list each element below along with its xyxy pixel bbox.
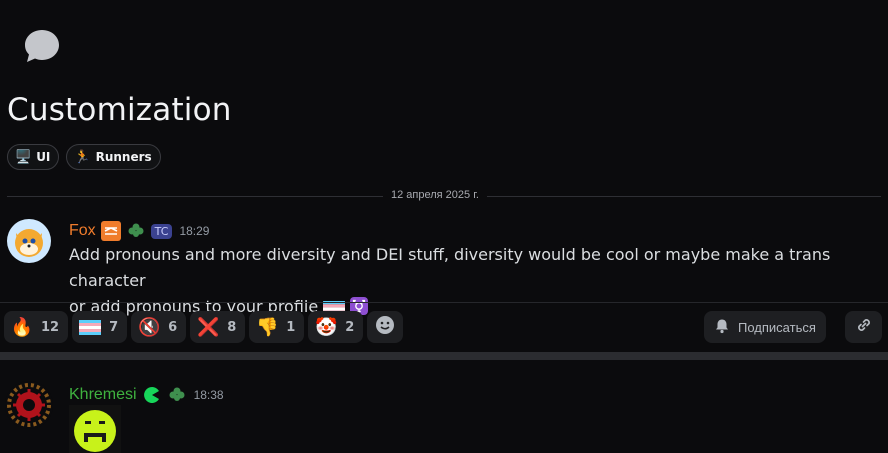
runner-icon: 🏃 bbox=[74, 149, 91, 165]
thumbs-down-icon: 👎 bbox=[256, 316, 279, 338]
reaction-count: 6 bbox=[168, 319, 178, 335]
role-badge-icon bbox=[100, 221, 121, 241]
reaction-trans-flag[interactable]: 7 bbox=[72, 311, 128, 343]
thread-title: Customization bbox=[7, 92, 232, 128]
tc-tag[interactable]: TC bbox=[150, 223, 173, 239]
add-reaction-button[interactable] bbox=[367, 311, 404, 343]
reaction-thumbs-down[interactable]: 👎 1 bbox=[249, 311, 305, 343]
thread-chat-icon bbox=[22, 27, 62, 67]
message-content: Add pronouns and more diversity and DEI … bbox=[69, 242, 869, 320]
reaction-cross[interactable]: ❌ 8 bbox=[190, 311, 246, 343]
follow-label: Подписаться bbox=[738, 319, 816, 335]
tag-ui[interactable]: 🖥️ UI bbox=[7, 144, 60, 170]
follow-button[interactable]: Подписаться bbox=[704, 311, 826, 343]
fire-icon: 🔥 bbox=[10, 316, 34, 338]
sticker-image[interactable] bbox=[69, 405, 121, 453]
author-name[interactable]: Fox bbox=[69, 222, 96, 240]
message-header: Khremesi 18:38 bbox=[69, 385, 224, 405]
avatar[interactable] bbox=[5, 381, 53, 429]
clover-icon bbox=[167, 385, 187, 405]
section-separator bbox=[0, 352, 888, 360]
tag-runners[interactable]: 🏃 Runners bbox=[66, 144, 161, 170]
message-header: Fox TC 18:29 bbox=[69, 221, 209, 241]
reaction-count: 8 bbox=[227, 319, 237, 335]
reaction-count: 12 bbox=[41, 319, 60, 335]
tag-label: Runners bbox=[95, 150, 152, 164]
bell-icon bbox=[714, 318, 730, 337]
reaction-muted[interactable]: 🔇 6 bbox=[131, 311, 187, 343]
author-name[interactable]: Khremesi bbox=[69, 386, 137, 404]
link-icon bbox=[855, 316, 873, 338]
reactions-bar: 🔥 12 7 🔇 6 ❌ 8 👎 1 🤡 2 bbox=[4, 311, 404, 343]
clover-icon bbox=[126, 221, 146, 241]
sick-face-icon bbox=[74, 410, 116, 452]
desktop-icon: 🖥️ bbox=[15, 149, 32, 165]
tag-label: UI bbox=[36, 150, 51, 164]
reaction-count: 2 bbox=[345, 319, 355, 335]
reaction-fire[interactable]: 🔥 12 bbox=[4, 311, 69, 343]
message-timestamp: 18:38 bbox=[193, 388, 224, 402]
pacman-icon bbox=[142, 385, 162, 405]
copy-link-button[interactable] bbox=[845, 311, 882, 343]
muted-speaker-icon: 🔇 bbox=[137, 316, 161, 338]
message-line: Add pronouns and more diversity and DEI … bbox=[69, 245, 831, 290]
avatar[interactable] bbox=[7, 219, 51, 263]
trans-flag-icon bbox=[79, 316, 102, 338]
reaction-clown[interactable]: 🤡 2 bbox=[308, 311, 364, 343]
separator bbox=[0, 302, 888, 303]
smiley-icon bbox=[375, 315, 395, 339]
thread-tags: 🖥️ UI 🏃 Runners bbox=[7, 144, 161, 170]
cross-mark-icon: ❌ bbox=[196, 316, 220, 338]
clown-icon: 🤡 bbox=[315, 316, 338, 338]
reaction-count: 1 bbox=[286, 319, 296, 335]
date-divider-label: 12 апреля 2025 г. bbox=[383, 189, 487, 201]
reaction-count: 7 bbox=[109, 319, 119, 335]
message-timestamp: 18:29 bbox=[179, 224, 210, 238]
